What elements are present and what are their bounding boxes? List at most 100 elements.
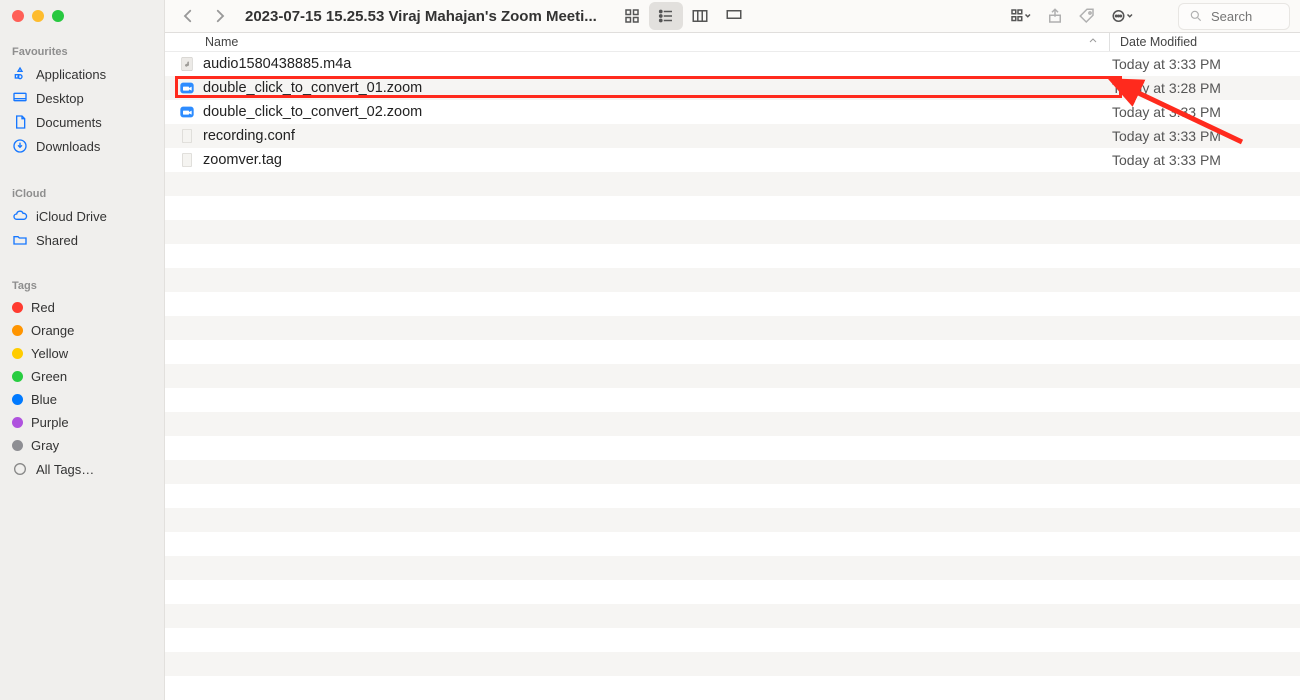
file-date: Today at 3:33 PM (1112, 104, 1292, 120)
sidebar-heading-icloud: iCloud (0, 182, 164, 204)
tags-button[interactable] (1074, 3, 1100, 29)
sidebar-tag-red[interactable]: Red (0, 296, 164, 319)
view-icons-button[interactable] (615, 2, 649, 30)
empty-row (165, 316, 1300, 340)
sidebar-tag-all[interactable]: All Tags… (0, 457, 164, 481)
tag-dot-yellow-icon (12, 348, 23, 359)
file-row[interactable]: recording.confToday at 3:33 PM (165, 124, 1300, 148)
file-type-icon (179, 152, 195, 168)
file-date: Today at 3:33 PM (1112, 128, 1292, 144)
window-controls (0, 10, 164, 40)
sidebar-item-label: All Tags… (36, 462, 94, 477)
sidebar-item-desktop[interactable]: Desktop (0, 86, 164, 110)
empty-row (165, 580, 1300, 604)
empty-row (165, 436, 1300, 460)
all-tags-icon (12, 461, 28, 477)
forward-button[interactable] (207, 3, 233, 29)
group-by-button[interactable] (1006, 3, 1036, 29)
desktop-icon (12, 90, 28, 106)
file-name: audio1580438885.m4a (203, 56, 1112, 72)
window-title: 2023-07-15 15.25.53 Viraj Mahajan's Zoom… (245, 8, 597, 25)
file-name: zoomver.tag (203, 152, 1112, 168)
empty-row (165, 268, 1300, 292)
zoom-window-button[interactable] (52, 10, 64, 22)
sidebar-item-label: Yellow (31, 346, 68, 361)
sidebar-item-label: Applications (36, 67, 106, 82)
file-name: double_click_to_convert_02.zoom (203, 104, 1112, 120)
empty-row (165, 172, 1300, 196)
empty-row (165, 196, 1300, 220)
sidebar-tag-gray[interactable]: Gray (0, 434, 164, 457)
empty-row (165, 220, 1300, 244)
sidebar-heading-favourites: Favourites (0, 40, 164, 62)
empty-row (165, 412, 1300, 436)
close-window-button[interactable] (12, 10, 24, 22)
share-button[interactable] (1042, 3, 1068, 29)
sidebar-tag-purple[interactable]: Purple (0, 411, 164, 434)
sidebar-item-label: Documents (36, 115, 102, 130)
empty-row (165, 628, 1300, 652)
empty-row (165, 556, 1300, 580)
toolbar: 2023-07-15 15.25.53 Viraj Mahajan's Zoom… (165, 0, 1300, 33)
empty-row (165, 460, 1300, 484)
sidebar-tag-green[interactable]: Green (0, 365, 164, 388)
sidebar-item-label: iCloud Drive (36, 209, 107, 224)
file-row[interactable]: zoomver.tagToday at 3:33 PM (165, 148, 1300, 172)
view-switcher (615, 2, 751, 30)
empty-row (165, 484, 1300, 508)
sidebar-tag-yellow[interactable]: Yellow (0, 342, 164, 365)
sidebar-item-label: Desktop (36, 91, 84, 106)
actions-menu-button[interactable] (1106, 3, 1140, 29)
tag-dot-blue-icon (12, 394, 23, 405)
sidebar: Favourites Applications Desktop Document… (0, 0, 165, 700)
tag-dot-green-icon (12, 371, 23, 382)
tag-dot-orange-icon (12, 325, 23, 336)
column-divider[interactable] (1109, 33, 1110, 51)
empty-row (165, 532, 1300, 556)
column-name-header[interactable]: Name (205, 35, 1087, 49)
sidebar-item-applications[interactable]: Applications (0, 62, 164, 86)
empty-row (165, 604, 1300, 628)
sidebar-item-documents[interactable]: Documents (0, 110, 164, 134)
column-headers: Name Date Modified (165, 33, 1300, 52)
file-row[interactable]: double_click_to_convert_02.zoomToday at … (165, 100, 1300, 124)
minimize-window-button[interactable] (32, 10, 44, 22)
empty-row (165, 652, 1300, 676)
sidebar-item-downloads[interactable]: Downloads (0, 134, 164, 158)
back-button[interactable] (175, 3, 201, 29)
file-type-icon (179, 56, 195, 72)
empty-row (165, 340, 1300, 364)
sidebar-item-label: Gray (31, 438, 59, 453)
empty-row (165, 388, 1300, 412)
column-date-header[interactable]: Date Modified (1120, 35, 1300, 49)
sidebar-item-label: Blue (31, 392, 57, 407)
sidebar-tag-orange[interactable]: Orange (0, 319, 164, 342)
view-gallery-button[interactable] (717, 2, 751, 30)
tag-dot-purple-icon (12, 417, 23, 428)
empty-row (165, 676, 1300, 700)
file-list: audio1580438885.m4aToday at 3:33 PMdoubl… (165, 52, 1300, 700)
view-columns-button[interactable] (683, 2, 717, 30)
view-list-button[interactable] (649, 2, 683, 30)
file-row[interactable]: double_click_to_convert_01.zoomToday at … (165, 76, 1300, 100)
file-type-icon (179, 104, 195, 120)
sidebar-item-shared[interactable]: Shared (0, 228, 164, 252)
sidebar-item-label: Red (31, 300, 55, 315)
download-icon (12, 138, 28, 154)
search-input[interactable] (1209, 8, 1273, 25)
empty-row (165, 508, 1300, 532)
main-area: 2023-07-15 15.25.53 Viraj Mahajan's Zoom… (165, 0, 1300, 700)
search-box[interactable] (1178, 3, 1290, 30)
folder-icon (12, 232, 28, 248)
cloud-icon (12, 208, 28, 224)
sidebar-tag-blue[interactable]: Blue (0, 388, 164, 411)
file-date: Today at 3:33 PM (1112, 56, 1292, 72)
sidebar-item-label: Downloads (36, 139, 100, 154)
sidebar-item-icloud-drive[interactable]: iCloud Drive (0, 204, 164, 228)
sidebar-item-label: Shared (36, 233, 78, 248)
empty-row (165, 364, 1300, 388)
sort-ascending-icon[interactable] (1087, 35, 1109, 50)
file-type-icon (179, 80, 195, 96)
file-name: recording.conf (203, 128, 1112, 144)
file-row[interactable]: audio1580438885.m4aToday at 3:33 PM (165, 52, 1300, 76)
